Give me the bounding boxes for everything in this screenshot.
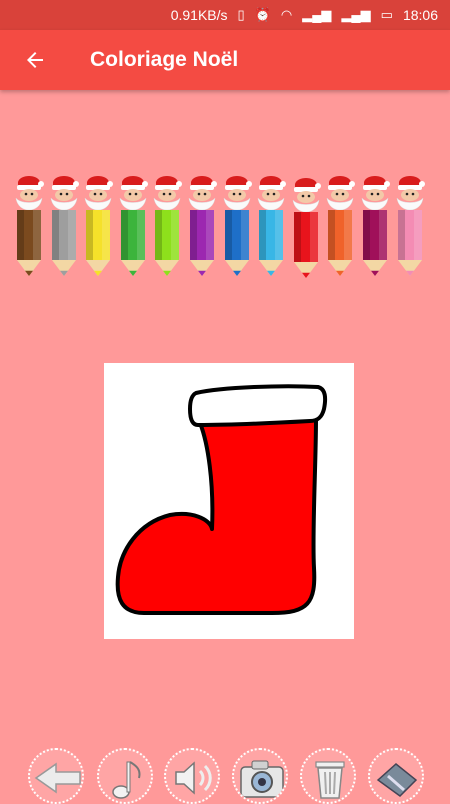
battery-icon: ▭: [380, 7, 393, 22]
color-pencil[interactable]: [254, 172, 288, 278]
sound-button[interactable]: [164, 748, 220, 804]
santa-pencil-icon: [257, 176, 287, 276]
stocking-drawing[interactable]: [104, 363, 354, 639]
santa-pencil-icon: [15, 176, 44, 276]
color-pencil[interactable]: [358, 172, 392, 278]
bottom-toolbar: [0, 744, 450, 804]
eraser-icon: [376, 763, 418, 797]
stocking-body[interactable]: [115, 417, 318, 615]
speaker-icon: [175, 761, 212, 795]
app-bar: Coloriage Noël: [0, 30, 450, 90]
santa-pencil-icon: [84, 176, 114, 276]
music-button[interactable]: [97, 748, 153, 804]
camera-icon: [240, 760, 284, 798]
santa-pencil-icon: [292, 178, 321, 278]
santa-pencil-icon: [188, 176, 217, 276]
network-speed: 0.91KB/s: [170, 7, 228, 23]
alarm-icon: ⏰: [254, 7, 271, 22]
santa-pencil-icon: [154, 176, 183, 276]
signal-icon: ▂▄▆: [341, 7, 371, 22]
color-pencil[interactable]: [81, 172, 115, 278]
arrow-left-icon: [27, 52, 43, 68]
stocking-cuff[interactable]: [188, 384, 328, 427]
santa-pencil-icon: [223, 176, 252, 276]
santa-pencil-icon: [396, 176, 425, 276]
music-note-icon: [112, 761, 141, 799]
back-arrow-icon: [34, 762, 81, 794]
santa-pencil-icon: [119, 176, 148, 276]
color-pencil[interactable]: [12, 172, 46, 278]
previous-button[interactable]: [28, 748, 84, 804]
eraser-button[interactable]: [368, 748, 424, 804]
save-photo-button[interactable]: [232, 748, 288, 804]
color-palette: [12, 172, 442, 280]
status-bar: 0.91KB/s ▯ ⏰ ◠ ▂▄▆ ▂▄▆ ▭ 18:06: [0, 0, 450, 30]
color-pencil[interactable]: [150, 172, 184, 278]
trash-icon: [315, 761, 345, 799]
color-pencil[interactable]: [47, 172, 81, 278]
clock: 18:06: [402, 7, 438, 23]
color-pencil[interactable]: [323, 172, 357, 278]
color-pencil[interactable]: [220, 172, 254, 278]
signal-icon: ▂▄▆: [302, 7, 332, 22]
wifi-icon: ◠: [280, 7, 293, 22]
back-button[interactable]: [0, 30, 70, 90]
santa-pencil-icon: [327, 176, 356, 276]
page-title: Coloriage Noël: [90, 48, 239, 71]
delete-button[interactable]: [300, 748, 356, 804]
color-pencil[interactable]: [185, 172, 219, 278]
coloring-canvas[interactable]: [104, 363, 354, 639]
vibrate-icon: ▯: [237, 7, 245, 22]
color-pencil[interactable]: [393, 172, 427, 278]
santa-pencil-icon: [361, 176, 390, 276]
santa-pencil-icon: [50, 176, 79, 276]
color-pencil[interactable]: [289, 174, 323, 280]
color-pencil[interactable]: [116, 172, 150, 278]
